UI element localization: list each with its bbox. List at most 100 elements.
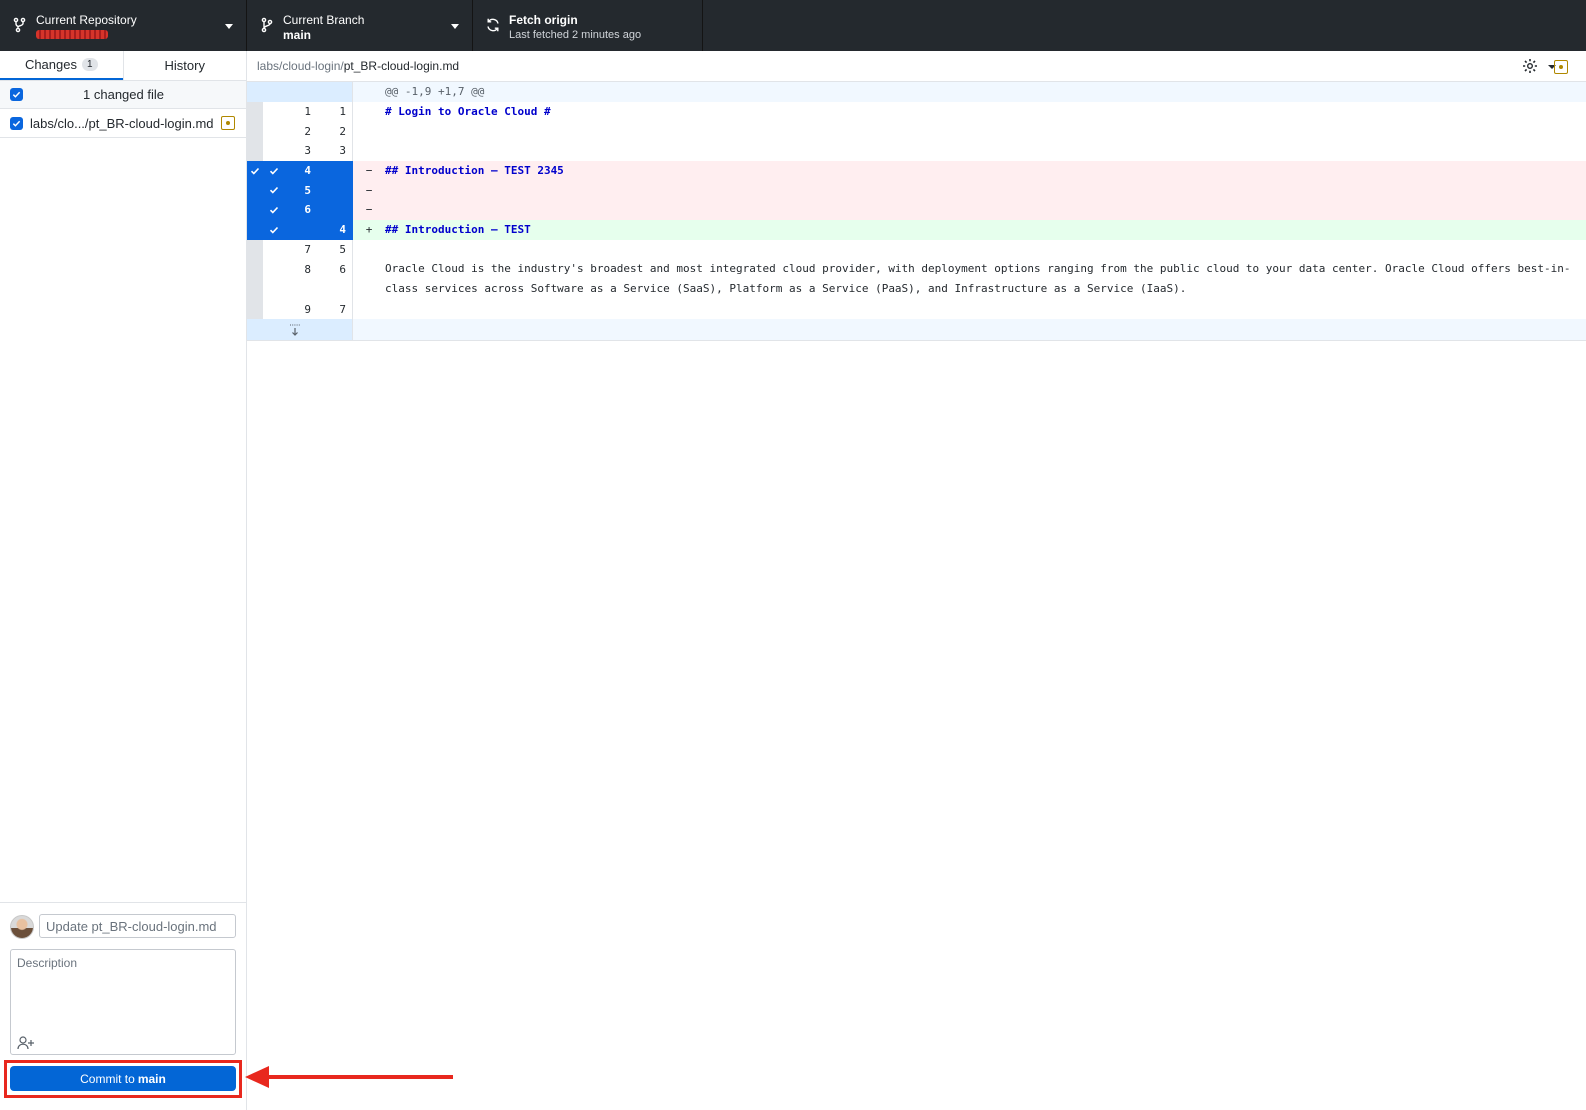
hunk-select-gutter[interactable] xyxy=(247,219,263,240)
diff-line: 2 2 xyxy=(247,121,1586,142)
commit-summary-input[interactable]: Update pt_BR-cloud-login.md xyxy=(39,914,236,938)
branch-name: main xyxy=(283,28,312,42)
check-icon xyxy=(269,207,279,214)
changed-files-count: 1 changed file xyxy=(83,87,164,102)
diff-marker: + xyxy=(365,223,373,237)
new-line-number: 3 xyxy=(317,141,353,161)
branch-label: Current Branch xyxy=(283,13,365,27)
branch-selector[interactable]: Current Branch main xyxy=(247,0,473,51)
diff-marker: − xyxy=(365,164,373,178)
check-icon xyxy=(269,187,279,195)
deleted-line[interactable]: 4 − ## Introduction – TEST 2345 xyxy=(247,160,1586,181)
repository-name-redacted xyxy=(36,30,108,39)
old-line-number: 9 xyxy=(263,299,317,319)
sync-icon xyxy=(487,18,499,32)
hunk-header-row: @@ -1,9 +1,7 @@ xyxy=(247,82,1586,102)
toolbar: Current Repository Current Branch main F… xyxy=(0,0,1586,51)
file-include-checkbox[interactable] xyxy=(10,116,23,130)
diff-file-directory: labs/cloud-login/ xyxy=(257,59,344,73)
repository-selector[interactable]: Current Repository xyxy=(0,0,247,51)
fetch-origin-button[interactable]: Fetch origin Last fetched 2 minutes ago xyxy=(473,0,703,51)
added-line[interactable]: 4 + ## Introduction – TEST xyxy=(247,219,1586,240)
last-fetched-text: Last fetched 2 minutes ago xyxy=(509,29,642,41)
old-line-number[interactable]: 4 xyxy=(263,160,317,181)
diff-view: @@ -1,9 +1,7 @@ 1 1 # Login to Oracle Cl… xyxy=(247,82,1586,341)
old-line-number: 1 xyxy=(263,101,317,122)
description-placeholder: Description xyxy=(17,956,78,970)
line-content: Oracle Cloud is the industry's broadest … xyxy=(385,262,1571,296)
diff-marker: − xyxy=(365,183,373,197)
chevron-down-icon xyxy=(225,24,233,29)
new-line-number: 7 xyxy=(317,299,353,319)
diff-file-name: pt_BR-cloud-login.md xyxy=(343,59,460,73)
old-line-number[interactable]: 5 xyxy=(263,180,317,201)
diff-line: 3 3 xyxy=(247,141,1586,161)
commit-button[interactable]: Commit to main xyxy=(10,1066,236,1091)
old-line-number[interactable] xyxy=(263,219,317,240)
fetch-label: Fetch origin xyxy=(509,13,578,27)
annotation-arrow-icon xyxy=(245,1066,453,1088)
line-content: # Login to Oracle Cloud # xyxy=(385,104,551,118)
add-coauthor-icon[interactable] xyxy=(17,1036,35,1050)
old-line-number: 2 xyxy=(263,121,317,142)
tab-history-label: History xyxy=(164,58,205,73)
check-icon xyxy=(250,167,260,175)
changed-file-name: labs/clo.../pt_BR-cloud-login.md xyxy=(30,115,214,131)
avatar xyxy=(10,915,34,939)
file-modified-icon xyxy=(1554,60,1568,74)
new-line-number[interactable] xyxy=(317,180,353,201)
check-icon xyxy=(269,167,279,175)
deleted-line[interactable]: 6 − xyxy=(247,200,1586,220)
annotation-highlight-box: Commit to main xyxy=(4,1060,242,1098)
tab-history[interactable]: History xyxy=(122,51,247,80)
new-line-number[interactable]: 4 xyxy=(317,219,353,240)
repository-icon xyxy=(13,17,26,33)
new-line-number: 1 xyxy=(317,101,353,122)
commit-form: Update pt_BR-cloud-login.md Description … xyxy=(0,902,246,1110)
diff-line: 7 5 xyxy=(247,239,1586,260)
commit-button-branch: main xyxy=(137,1071,166,1086)
new-line-number: 2 xyxy=(317,121,353,142)
hunk-select-gutter[interactable] xyxy=(247,200,263,220)
chevron-down-icon xyxy=(451,24,459,29)
diff-line: 8 6 Oracle Cloud is the industry's broad… xyxy=(247,259,1586,300)
hunk-header-text: @@ -1,9 +1,7 @@ xyxy=(385,85,485,98)
new-line-number: 5 xyxy=(317,239,353,260)
diff-line: 1 1 # Login to Oracle Cloud # xyxy=(247,101,1586,122)
check-icon xyxy=(269,226,279,234)
commit-description-input[interactable]: Description xyxy=(10,949,236,1055)
check-icon xyxy=(12,91,21,98)
old-line-number: 8 xyxy=(263,259,317,300)
branch-icon xyxy=(261,17,273,33)
old-line-number: 7 xyxy=(263,239,317,260)
expand-down-icon[interactable] xyxy=(287,322,303,338)
repository-label: Current Repository xyxy=(36,13,137,27)
old-line-number[interactable]: 6 xyxy=(263,200,317,220)
line-content: ## Introduction – TEST 2345 xyxy=(385,163,564,177)
line-gutter xyxy=(247,82,263,102)
new-line-number: 6 xyxy=(317,259,353,300)
line-content: ## Introduction – TEST xyxy=(385,222,531,236)
expand-context-row[interactable] xyxy=(247,318,1586,341)
sidebar: Changes 1 History 1 changed file labs/cl… xyxy=(0,51,247,1110)
diff-marker: − xyxy=(365,203,373,217)
file-modified-icon xyxy=(221,116,235,130)
commit-button-prefix: Commit to xyxy=(80,1071,135,1086)
check-icon xyxy=(12,120,21,127)
tab-changes-label: Changes xyxy=(24,57,77,72)
hunk-select-gutter[interactable] xyxy=(247,160,263,181)
deleted-line[interactable]: 5 − xyxy=(247,180,1586,201)
changes-count-badge: 1 xyxy=(81,58,98,71)
old-line-number: 3 xyxy=(263,141,317,161)
tab-changes[interactable]: Changes 1 xyxy=(0,51,123,80)
hunk-select-gutter[interactable] xyxy=(247,180,263,201)
new-line-number[interactable] xyxy=(317,200,353,220)
changed-file-row[interactable]: labs/clo.../pt_BR-cloud-login.md xyxy=(0,109,246,138)
diff-line: 9 7 xyxy=(247,299,1586,319)
changes-header: 1 changed file xyxy=(0,81,246,109)
gear-icon[interactable] xyxy=(1522,58,1538,74)
select-all-checkbox[interactable] xyxy=(10,88,23,101)
diff-file-header: labs/cloud-login/ pt_BR-cloud-login.md xyxy=(247,51,1586,82)
new-line-number[interactable] xyxy=(317,160,353,181)
sidebar-tabs: Changes 1 History xyxy=(0,51,246,81)
